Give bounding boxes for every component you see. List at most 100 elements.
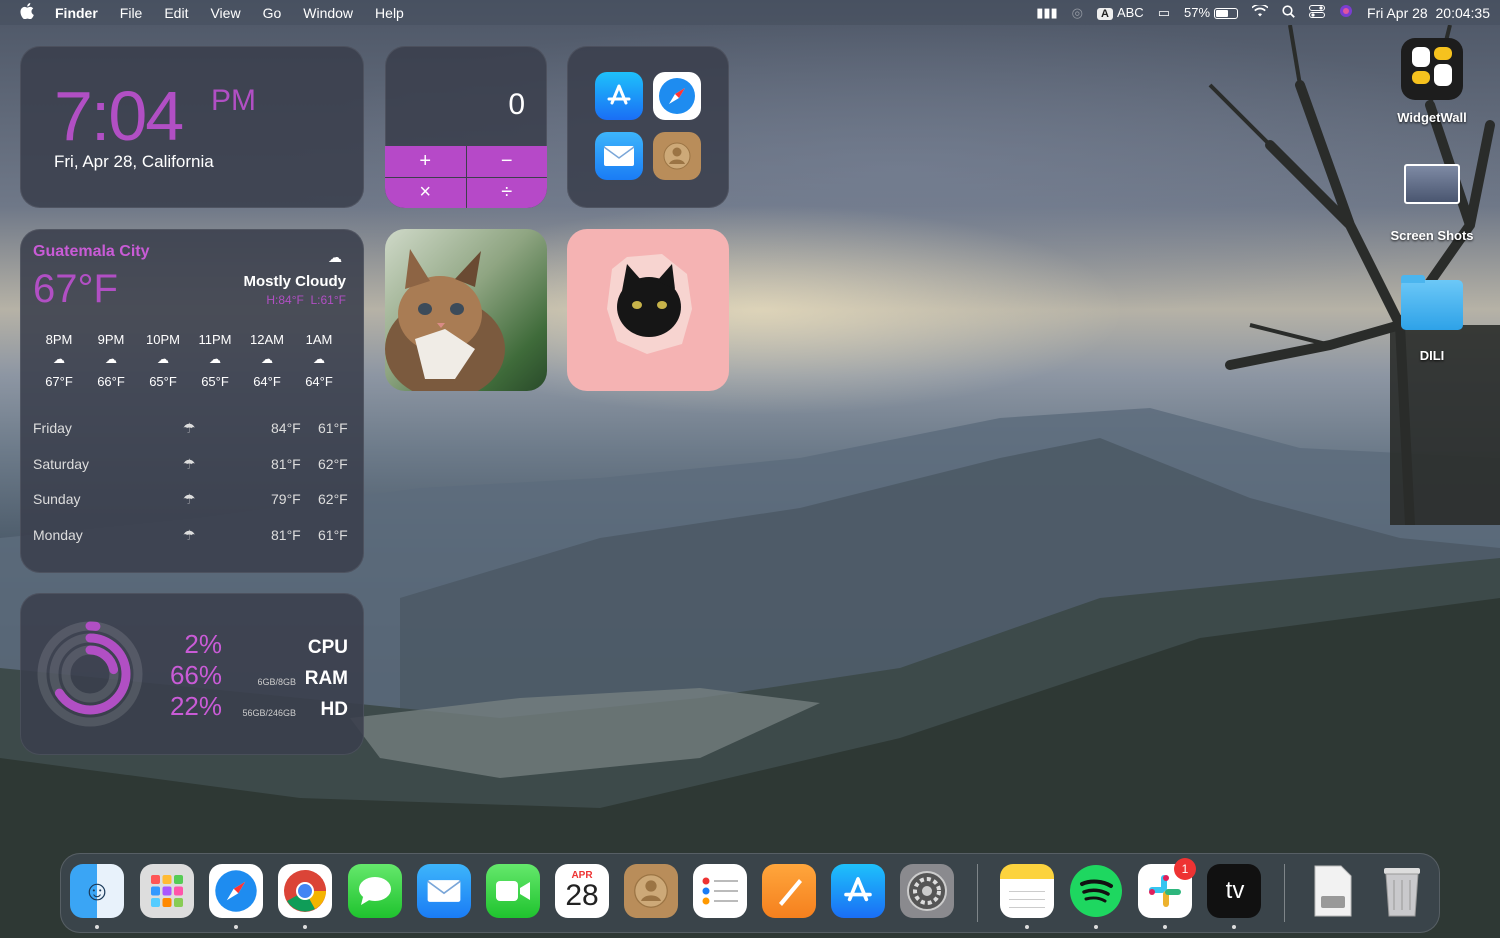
dock-finder-icon[interactable]: ☺ xyxy=(70,864,124,918)
hour-time: 10PM xyxy=(146,332,180,347)
menu-help[interactable]: Help xyxy=(364,5,415,21)
kitten-photo-widget[interactable] xyxy=(385,229,547,391)
dock-facetime-icon[interactable] xyxy=(486,864,540,918)
daily-forecast: Friday ☂ 84°F 61°F Saturday ☂ 81°F 62°F Sunday… xyxy=(33,412,353,554)
safari-icon[interactable] xyxy=(653,72,701,120)
siri-icon[interactable] xyxy=(1339,4,1353,21)
dock-notes-icon[interactable] xyxy=(1000,864,1054,918)
day-name: Friday xyxy=(33,420,72,436)
daily-row: Saturday ☂ 81°F 62°F xyxy=(33,448,353,484)
weather-widget[interactable]: Guatemala City 67°F ☁ Mostly Cloudy H:84… xyxy=(20,229,364,573)
daily-row: Friday ☂ 84°F 61°F xyxy=(33,412,353,448)
dock-chrome-icon[interactable] xyxy=(278,864,332,918)
day-high: 81°F xyxy=(271,455,301,472)
black-cat-photo-widget[interactable] xyxy=(567,229,729,391)
system-stats-widget[interactable]: 2% 66% 22% CPU RAM HD 6GB/8GB 56GB/246GB xyxy=(20,593,364,755)
dock-disk-image-icon[interactable] xyxy=(1306,864,1360,918)
rain-cloud-icon: ☂ xyxy=(183,455,196,472)
ram-label: RAM xyxy=(304,668,348,689)
dock-calendar-icon[interactable]: APR 28 xyxy=(555,864,609,918)
dock-app-store-icon[interactable] xyxy=(831,864,885,918)
dock-trash-icon[interactable] xyxy=(1375,864,1429,918)
calculator-widget[interactable]: 0 + − × ÷ xyxy=(385,46,547,208)
dock-slack-icon[interactable]: 1 xyxy=(1138,858,1196,918)
running-indicator xyxy=(1232,925,1236,929)
dock-messages-icon[interactable] xyxy=(348,864,402,918)
partly-cloudy-night-icon: ☁ xyxy=(209,352,221,366)
spotlight-search-icon[interactable] xyxy=(1282,4,1295,21)
menubar-clock[interactable]: Fri Apr 28 20:04:35 xyxy=(1367,5,1490,21)
wifi-icon[interactable] xyxy=(1251,3,1269,20)
mail-icon[interactable] xyxy=(595,132,643,180)
menu-edit[interactable]: Edit xyxy=(153,5,199,21)
rain-cloud-icon: ☂ xyxy=(183,420,196,436)
dock-mail-icon[interactable] xyxy=(417,864,471,918)
day-low: 61°F xyxy=(318,526,348,543)
dock-spotify-icon[interactable] xyxy=(1069,864,1123,918)
dock-separator xyxy=(977,864,978,922)
dock-launchpad-icon[interactable] xyxy=(140,864,194,918)
hour-temp: 65°F xyxy=(149,374,177,389)
apple-menu-icon[interactable] xyxy=(10,2,44,23)
clock-widget[interactable]: 7:04 PM Fri, Apr 28, California xyxy=(20,46,364,208)
cpu-percent: 2% xyxy=(184,629,222,659)
cloud-icon: ☁ xyxy=(157,352,169,366)
widget-app-status-icon[interactable]: ▮▮▮ xyxy=(1036,5,1057,21)
hour-temp: 67°F xyxy=(45,374,73,389)
menu-file[interactable]: File xyxy=(109,5,154,21)
day-high: 79°F xyxy=(271,491,301,507)
dock-apple-tv-icon[interactable]: tv xyxy=(1207,864,1261,918)
day-low: 61°F xyxy=(318,420,348,436)
calc-subtract-button[interactable]: − xyxy=(466,146,547,177)
kitten-image xyxy=(385,249,505,391)
dock: ☺ APR 28 1 tv xyxy=(60,853,1440,933)
cloud-icon: ☁ xyxy=(261,352,273,366)
menu-window[interactable]: Window xyxy=(292,5,364,21)
hour-time: 9PM xyxy=(97,332,125,347)
clock-time: 7:04 xyxy=(54,77,184,155)
clock-ampm: PM xyxy=(211,84,256,117)
usage-rings xyxy=(37,621,143,727)
battery-status[interactable]: 57% xyxy=(1184,5,1239,20)
day-name: Monday xyxy=(33,526,83,543)
calc-multiply-button[interactable]: × xyxy=(385,177,466,208)
dock-safari-icon[interactable] xyxy=(209,864,263,918)
menu-go[interactable]: Go xyxy=(252,5,293,21)
calc-divide-button[interactable]: ÷ xyxy=(466,177,547,208)
input-source-menu[interactable]: A ABC xyxy=(1097,5,1144,20)
display-mirroring-icon[interactable]: ▭ xyxy=(1158,5,1170,21)
desktop-icon-widgetwall[interactable]: WidgetWall xyxy=(1388,38,1476,125)
hour-item: 8PM ☁ 67°F xyxy=(33,332,85,389)
app-store-icon[interactable] xyxy=(595,72,643,120)
control-center-icon[interactable] xyxy=(1309,4,1326,21)
folder-icon xyxy=(1401,275,1463,330)
cloud-icon: ☁ xyxy=(105,352,117,366)
day-name: Saturday xyxy=(33,455,90,472)
black-cat-image xyxy=(607,254,692,354)
desktop-icon-screen-shots[interactable]: Screen Shots xyxy=(1382,164,1482,243)
dock-pages-icon[interactable] xyxy=(762,864,816,918)
hour-time: 8PM xyxy=(45,332,73,347)
contacts-icon[interactable] xyxy=(653,132,701,180)
hour-temp: 64°F xyxy=(305,374,333,389)
battery-percent: 57% xyxy=(1184,5,1211,20)
dock-separator xyxy=(1284,864,1285,922)
cloud-icon: ☁ xyxy=(53,352,65,366)
desktop-icon-label: WidgetWall xyxy=(1397,110,1467,125)
hour-time: 1AM xyxy=(305,332,333,347)
calc-add-button[interactable]: + xyxy=(385,146,466,177)
fingerprint-icon[interactable]: ◎ xyxy=(1072,5,1083,21)
menu-view[interactable]: View xyxy=(199,5,251,21)
weather-high-low: H:84°F L:61°F xyxy=(266,293,346,307)
dock-reminders-icon[interactable] xyxy=(693,864,747,918)
hour-item: 12AM ☁ 64°F xyxy=(241,332,293,389)
cpu-label: CPU xyxy=(307,637,348,658)
desktop-icon-dili[interactable]: DILI xyxy=(1396,275,1468,363)
menu-finder[interactable]: Finder xyxy=(44,5,109,21)
input-source-label: ABC xyxy=(1116,5,1144,20)
dock-contacts-icon[interactable] xyxy=(624,864,678,918)
weather-condition: Mostly Cloudy xyxy=(243,273,346,290)
hour-time: 11PM xyxy=(198,332,232,347)
menu-bar: Finder File Edit View Go Window Help ▮▮▮… xyxy=(0,0,1500,25)
dock-system-settings-icon[interactable] xyxy=(900,864,954,918)
